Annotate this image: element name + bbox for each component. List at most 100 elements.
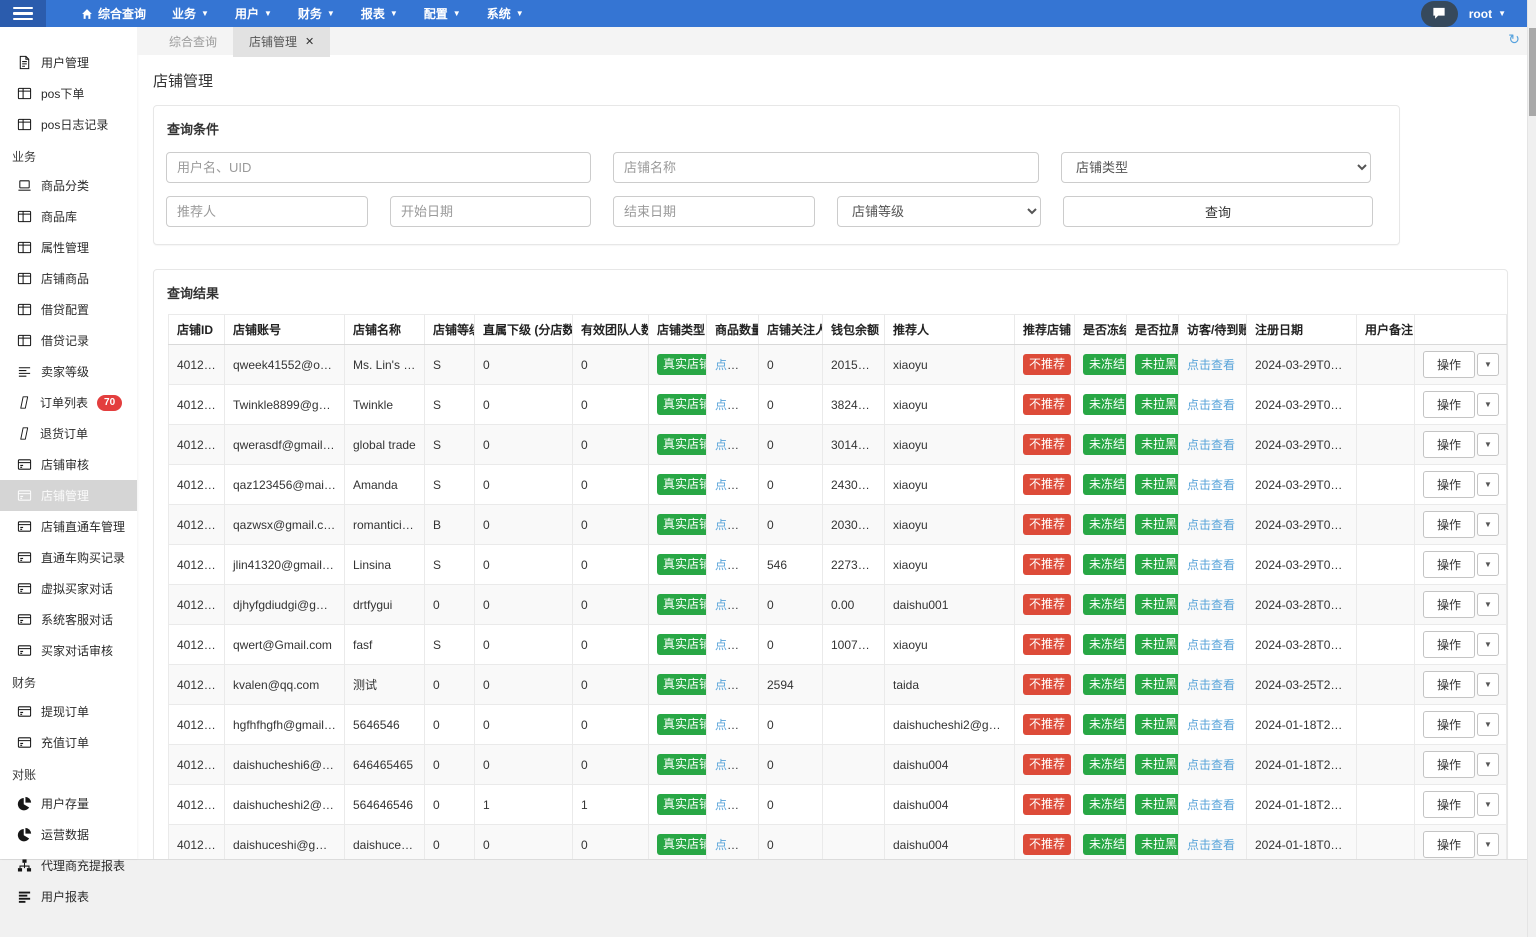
tab-0[interactable]: 综合查询	[153, 26, 233, 57]
sidebar-item-11[interactable]: 订单列表 70	[0, 387, 137, 418]
sidebar-item-15[interactable]: 店铺直通车管理	[0, 511, 137, 542]
action-button[interactable]: 操作	[1423, 631, 1476, 658]
sidebar-item-27[interactable]: 用户报表	[0, 881, 137, 912]
sidebar-item-4[interactable]: 商品分类	[0, 170, 137, 201]
chat-button[interactable]	[1420, 0, 1458, 27]
sidebar-item-18[interactable]: 系统客服对话	[0, 604, 137, 635]
goods-view-link[interactable]: 点击查看	[715, 478, 758, 492]
username-uid-input[interactable]	[166, 152, 591, 183]
visitors-view-link[interactable]: 点击查看	[1187, 798, 1235, 812]
action-button[interactable]: 操作	[1423, 471, 1476, 498]
action-dropdown-button[interactable]: ▼	[1477, 513, 1499, 536]
action-button[interactable]: 操作	[1423, 751, 1476, 778]
visitors-view-link[interactable]: 点击查看	[1187, 598, 1235, 612]
sidebar-item-6[interactable]: 属性管理	[0, 232, 137, 263]
visitors-view-link[interactable]: 点击查看	[1187, 478, 1235, 492]
sidebar-item-10[interactable]: 卖家等级	[0, 356, 137, 387]
sidebar-item-21[interactable]: 提现订单	[0, 696, 137, 727]
refresh-button[interactable]: ↻	[1508, 31, 1520, 48]
sidebar-item-16[interactable]: 直通车购买记录	[0, 542, 137, 573]
hamburger-menu-icon[interactable]	[0, 0, 46, 27]
action-dropdown-button[interactable]: ▼	[1477, 633, 1499, 656]
scrollbar-thumb[interactable]	[1529, 28, 1536, 116]
visitors-view-link[interactable]: 点击查看	[1187, 758, 1235, 772]
visitors-view-link[interactable]: 点击查看	[1187, 678, 1235, 692]
goods-view-link[interactable]: 点击查看	[715, 598, 758, 612]
action-dropdown-button[interactable]: ▼	[1477, 753, 1499, 776]
action-button[interactable]: 操作	[1423, 351, 1476, 378]
goods-view-link[interactable]: 点击查看	[715, 558, 758, 572]
sidebar-item-26[interactable]: 代理商充提报表	[0, 850, 137, 881]
visitors-view-link[interactable]: 点击查看	[1187, 518, 1235, 532]
sidebar-item-14[interactable]: 店铺管理	[0, 480, 137, 511]
action-button[interactable]: 操作	[1423, 591, 1476, 618]
visitors-view-link[interactable]: 点击查看	[1187, 718, 1235, 732]
goods-view-link[interactable]: 点击查看	[715, 398, 758, 412]
goods-view-link[interactable]: 点击查看	[715, 758, 758, 772]
visitors-view-link[interactable]: 点击查看	[1187, 638, 1235, 652]
sidebar-item-13[interactable]: 店铺审核	[0, 449, 137, 480]
action-button[interactable]: 操作	[1423, 391, 1476, 418]
action-button[interactable]: 操作	[1423, 551, 1476, 578]
sidebar-item-22[interactable]: 充值订单	[0, 727, 137, 758]
user-menu[interactable]: root ▼	[1469, 7, 1506, 21]
nav-item-0[interactable]: 综合查询	[68, 0, 159, 27]
action-dropdown-button[interactable]: ▼	[1477, 433, 1499, 456]
referrer-input[interactable]	[166, 196, 368, 227]
goods-view-link[interactable]: 点击查看	[715, 518, 758, 532]
goods-view-link[interactable]: 点击查看	[715, 438, 758, 452]
sidebar-item-12[interactable]: 退货订单	[0, 418, 137, 449]
nav-item-6[interactable]: 系统 ▼	[474, 0, 537, 27]
action-button[interactable]: 操作	[1423, 791, 1476, 818]
nav-item-2[interactable]: 用户 ▼	[222, 0, 285, 27]
shop-type-select[interactable]: 店铺类型	[1061, 152, 1371, 183]
action-dropdown-button[interactable]: ▼	[1477, 713, 1499, 736]
scrollbar[interactable]	[1527, 0, 1536, 937]
visitors-view-link[interactable]: 点击查看	[1187, 558, 1235, 572]
action-dropdown-button[interactable]: ▼	[1477, 673, 1499, 696]
shop-name-input[interactable]	[613, 152, 1039, 183]
sidebar-item-8[interactable]: 借贷配置	[0, 294, 137, 325]
action-dropdown-button[interactable]: ▼	[1477, 793, 1499, 816]
goods-view-link[interactable]: 点击查看	[715, 838, 758, 852]
tab-1[interactable]: 店铺管理 ✕	[233, 25, 331, 57]
sidebar-item-1[interactable]: pos下单	[0, 78, 137, 109]
action-dropdown-button[interactable]: ▼	[1477, 593, 1499, 616]
goods-view-link[interactable]: 点击查看	[715, 638, 758, 652]
start-date-input[interactable]	[390, 196, 591, 227]
goods-view-link[interactable]: 点击查看	[715, 358, 758, 372]
visitors-view-link[interactable]: 点击查看	[1187, 398, 1235, 412]
action-button[interactable]: 操作	[1423, 431, 1476, 458]
sidebar-item-9[interactable]: 借贷记录	[0, 325, 137, 356]
sidebar-item-17[interactable]: 虚拟买家对话	[0, 573, 137, 604]
action-button[interactable]: 操作	[1423, 711, 1476, 738]
nav-item-5[interactable]: 配置 ▼	[411, 0, 474, 27]
nav-item-1[interactable]: 业务 ▼	[159, 0, 222, 27]
sidebar-item-7[interactable]: 店铺商品	[0, 263, 137, 294]
action-dropdown-button[interactable]: ▼	[1477, 353, 1499, 376]
action-button[interactable]: 操作	[1423, 831, 1476, 858]
sidebar-item-2[interactable]: pos日志记录	[0, 109, 137, 140]
close-icon[interactable]: ✕	[305, 35, 314, 48]
nav-item-4[interactable]: 报表 ▼	[348, 0, 411, 27]
action-dropdown-button[interactable]: ▼	[1477, 393, 1499, 416]
visitors-view-link[interactable]: 点击查看	[1187, 838, 1235, 852]
sidebar-item-24[interactable]: 用户存量	[0, 788, 137, 819]
action-button[interactable]: 操作	[1423, 511, 1476, 538]
sidebar-item-5[interactable]: 商品库	[0, 201, 137, 232]
action-dropdown-button[interactable]: ▼	[1477, 833, 1499, 856]
goods-view-link[interactable]: 点击查看	[715, 798, 758, 812]
visitors-view-link[interactable]: 点击查看	[1187, 358, 1235, 372]
visitors-view-link[interactable]: 点击查看	[1187, 438, 1235, 452]
end-date-input[interactable]	[613, 196, 815, 227]
action-dropdown-button[interactable]: ▼	[1477, 553, 1499, 576]
action-button[interactable]: 操作	[1423, 671, 1476, 698]
goods-view-link[interactable]: 点击查看	[715, 678, 758, 692]
search-button[interactable]: 查询	[1063, 196, 1373, 227]
action-dropdown-button[interactable]: ▼	[1477, 473, 1499, 496]
sidebar-item-0[interactable]: 用户管理	[0, 47, 137, 78]
goods-view-link[interactable]: 点击查看	[715, 718, 758, 732]
sidebar-item-25[interactable]: 运营数据	[0, 819, 137, 850]
nav-item-3[interactable]: 财务 ▼	[285, 0, 348, 27]
shop-level-select[interactable]: 店铺等级	[837, 196, 1041, 227]
